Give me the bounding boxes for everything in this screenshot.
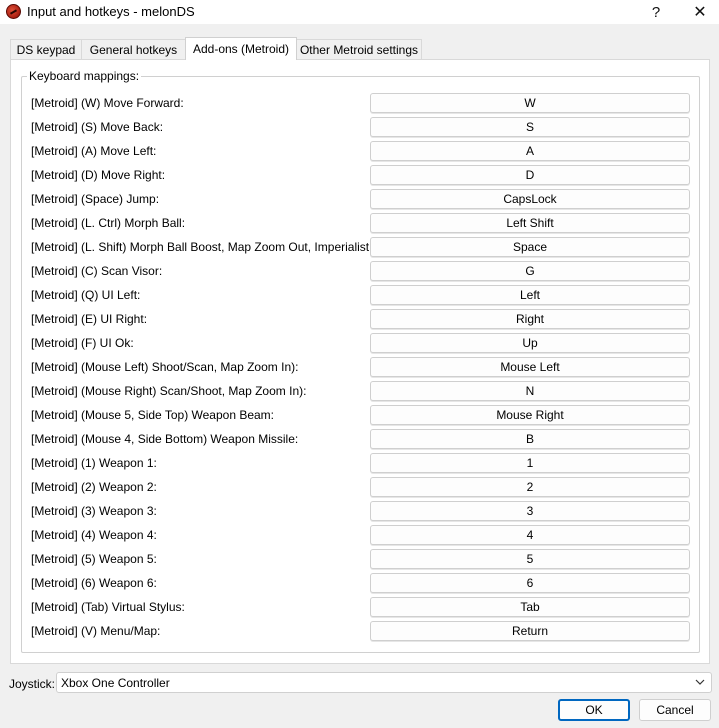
mapping-key-button[interactable]: Up	[370, 333, 690, 353]
mapping-row: [Metroid] (Mouse 5, Side Top) Weapon Bea…	[31, 405, 691, 425]
mapping-label: [Metroid] (1) Weapon 1:	[31, 456, 157, 470]
mapping-label: [Metroid] (4) Weapon 4:	[31, 528, 157, 542]
mapping-row: [Metroid] (L. Shift) Morph Ball Boost, M…	[31, 237, 691, 257]
tab-panel: Keyboard mappings: [Metroid] (W) Move Fo…	[10, 59, 710, 664]
mapping-label: [Metroid] (V) Menu/Map:	[31, 624, 161, 638]
mapping-key-button[interactable]: S	[370, 117, 690, 137]
mapping-row: [Metroid] (A) Move Left: A	[31, 141, 691, 161]
mapping-row: [Metroid] (Mouse Right) Scan/Shoot, Map …	[31, 381, 691, 401]
mapping-label: [Metroid] (Mouse 4, Side Bottom) Weapon …	[31, 432, 299, 446]
mapping-row: [Metroid] (S) Move Back: S	[31, 117, 691, 137]
mapping-row: [Metroid] (F) UI Ok: Up	[31, 333, 691, 353]
mapping-key-button[interactable]: D	[370, 165, 690, 185]
mapping-row: [Metroid] (Mouse 4, Side Bottom) Weapon …	[31, 429, 691, 449]
keyboard-mappings-title: Keyboard mappings:	[27, 69, 142, 83]
window-title: Input and hotkeys - melonDS	[27, 4, 195, 19]
mapping-row: [Metroid] (V) Menu/Map: Return	[31, 621, 691, 641]
mapping-row: [Metroid] (Mouse Left) Shoot/Scan, Map Z…	[31, 357, 691, 377]
mapping-label: [Metroid] (W) Move Forward:	[31, 96, 184, 110]
mapping-row: [Metroid] (2) Weapon 2: 2	[31, 477, 691, 497]
joystick-selected-value: Xbox One Controller	[61, 675, 170, 690]
mapping-key-button[interactable]: CapsLock	[370, 189, 690, 209]
mapping-row: [Metroid] (E) UI Right: Right	[31, 309, 691, 329]
mapping-row: [Metroid] (L. Ctrl) Morph Ball: Left Shif…	[31, 213, 691, 233]
mapping-row: [Metroid] (6) Weapon 6: 6	[31, 573, 691, 593]
mapping-key-button[interactable]: 6	[370, 573, 690, 593]
mapping-key-button[interactable]: Tab	[370, 597, 690, 617]
mapping-label: [Metroid] (L. Shift) Morph Ball Boost, M…	[31, 240, 407, 254]
mapping-key-button[interactable]: A	[370, 141, 690, 161]
mapping-label: [Metroid] (Mouse Right) Scan/Shoot, Map …	[31, 384, 307, 398]
mapping-key-button[interactable]: 4	[370, 525, 690, 545]
dialog-window: Input and hotkeys - melonDS ? ✕ DS keypa…	[0, 0, 719, 728]
mapping-label: [Metroid] (Mouse Left) Shoot/Scan, Map Z…	[31, 360, 299, 374]
mapping-key-button[interactable]: Mouse Left	[370, 357, 690, 377]
tab-other-metroid-settings[interactable]: Other Metroid settings	[296, 39, 422, 60]
mapping-key-button[interactable]: Space	[370, 237, 690, 257]
mapping-key-button[interactable]: 5	[370, 549, 690, 569]
mapping-key-button[interactable]: Right	[370, 309, 690, 329]
mapping-key-button[interactable]: 1	[370, 453, 690, 473]
mapping-label: [Metroid] (L. Ctrl) Morph Ball:	[31, 216, 186, 230]
mapping-label: [Metroid] (5) Weapon 5:	[31, 552, 157, 566]
mapping-key-button[interactable]: Return	[370, 621, 690, 641]
mapping-label: [Metroid] (D) Move Right:	[31, 168, 166, 182]
joystick-label: Joystick:	[9, 677, 56, 691]
mapping-label: [Metroid] (Tab) Virtual Stylus:	[31, 600, 185, 614]
mapping-row: [Metroid] (W) Move Forward: W	[31, 93, 691, 113]
mapping-row: [Metroid] (5) Weapon 5: 5	[31, 549, 691, 569]
mapping-label: [Metroid] (A) Move Left:	[31, 144, 157, 158]
mapping-row: [Metroid] (1) Weapon 1: 1	[31, 453, 691, 473]
mapping-key-button[interactable]: G	[370, 261, 690, 281]
mapping-row: [Metroid] (4) Weapon 4: 4	[31, 525, 691, 545]
ok-button[interactable]: OK	[558, 699, 630, 721]
tab-bar: DS keypad General hotkeys Add-ons (Metro…	[10, 37, 422, 60]
mapping-row: [Metroid] (C) Scan Visor: G	[31, 261, 691, 281]
mapping-key-button[interactable]: W	[370, 93, 690, 113]
cancel-button[interactable]: Cancel	[639, 699, 711, 721]
help-button[interactable]: ?	[636, 0, 676, 24]
mapping-key-button[interactable]: Left Shift	[370, 213, 690, 233]
mapping-label: [Metroid] (Space) Jump:	[31, 192, 160, 206]
melonds-app-icon	[6, 4, 21, 19]
mapping-key-button[interactable]: N	[370, 381, 690, 401]
mapping-key-button[interactable]: Mouse Right	[370, 405, 690, 425]
mapping-row: [Metroid] (Q) UI Left: Left	[31, 285, 691, 305]
joystick-select[interactable]: Xbox One Controller	[56, 672, 712, 693]
mapping-label: [Metroid] (S) Move Back:	[31, 120, 164, 134]
mapping-key-button[interactable]: B	[370, 429, 690, 449]
tab-general-hotkeys[interactable]: General hotkeys	[81, 39, 186, 60]
mapping-label: [Metroid] (F) UI Ok:	[31, 336, 134, 350]
mapping-label: [Metroid] (6) Weapon 6:	[31, 576, 157, 590]
mapping-label: [Metroid] (C) Scan Visor:	[31, 264, 163, 278]
mapping-key-button[interactable]: 3	[370, 501, 690, 521]
mapping-row: [Metroid] (Space) Jump: CapsLock	[31, 189, 691, 209]
mapping-row: [Metroid] (D) Move Right: D	[31, 165, 691, 185]
mapping-row: [Metroid] (Tab) Virtual Stylus: Tab	[31, 597, 691, 617]
mapping-key-button[interactable]: Left	[370, 285, 690, 305]
mapping-key-button[interactable]: 2	[370, 477, 690, 497]
mapping-row: [Metroid] (3) Weapon 3: 3	[31, 501, 691, 521]
mapping-label: [Metroid] (Mouse 5, Side Top) Weapon Bea…	[31, 408, 275, 422]
tab-ds-keypad[interactable]: DS keypad	[10, 39, 82, 60]
title-bar: Input and hotkeys - melonDS ? ✕	[0, 0, 719, 24]
close-button[interactable]: ✕	[680, 0, 719, 24]
tab-addons-metroid[interactable]: Add-ons (Metroid)	[185, 37, 297, 60]
chevron-down-icon	[695, 679, 705, 685]
mapping-label: [Metroid] (3) Weapon 3:	[31, 504, 157, 518]
mapping-label: [Metroid] (Q) UI Left:	[31, 288, 141, 302]
mapping-label: [Metroid] (E) UI Right:	[31, 312, 148, 326]
mapping-label: [Metroid] (2) Weapon 2:	[31, 480, 157, 494]
